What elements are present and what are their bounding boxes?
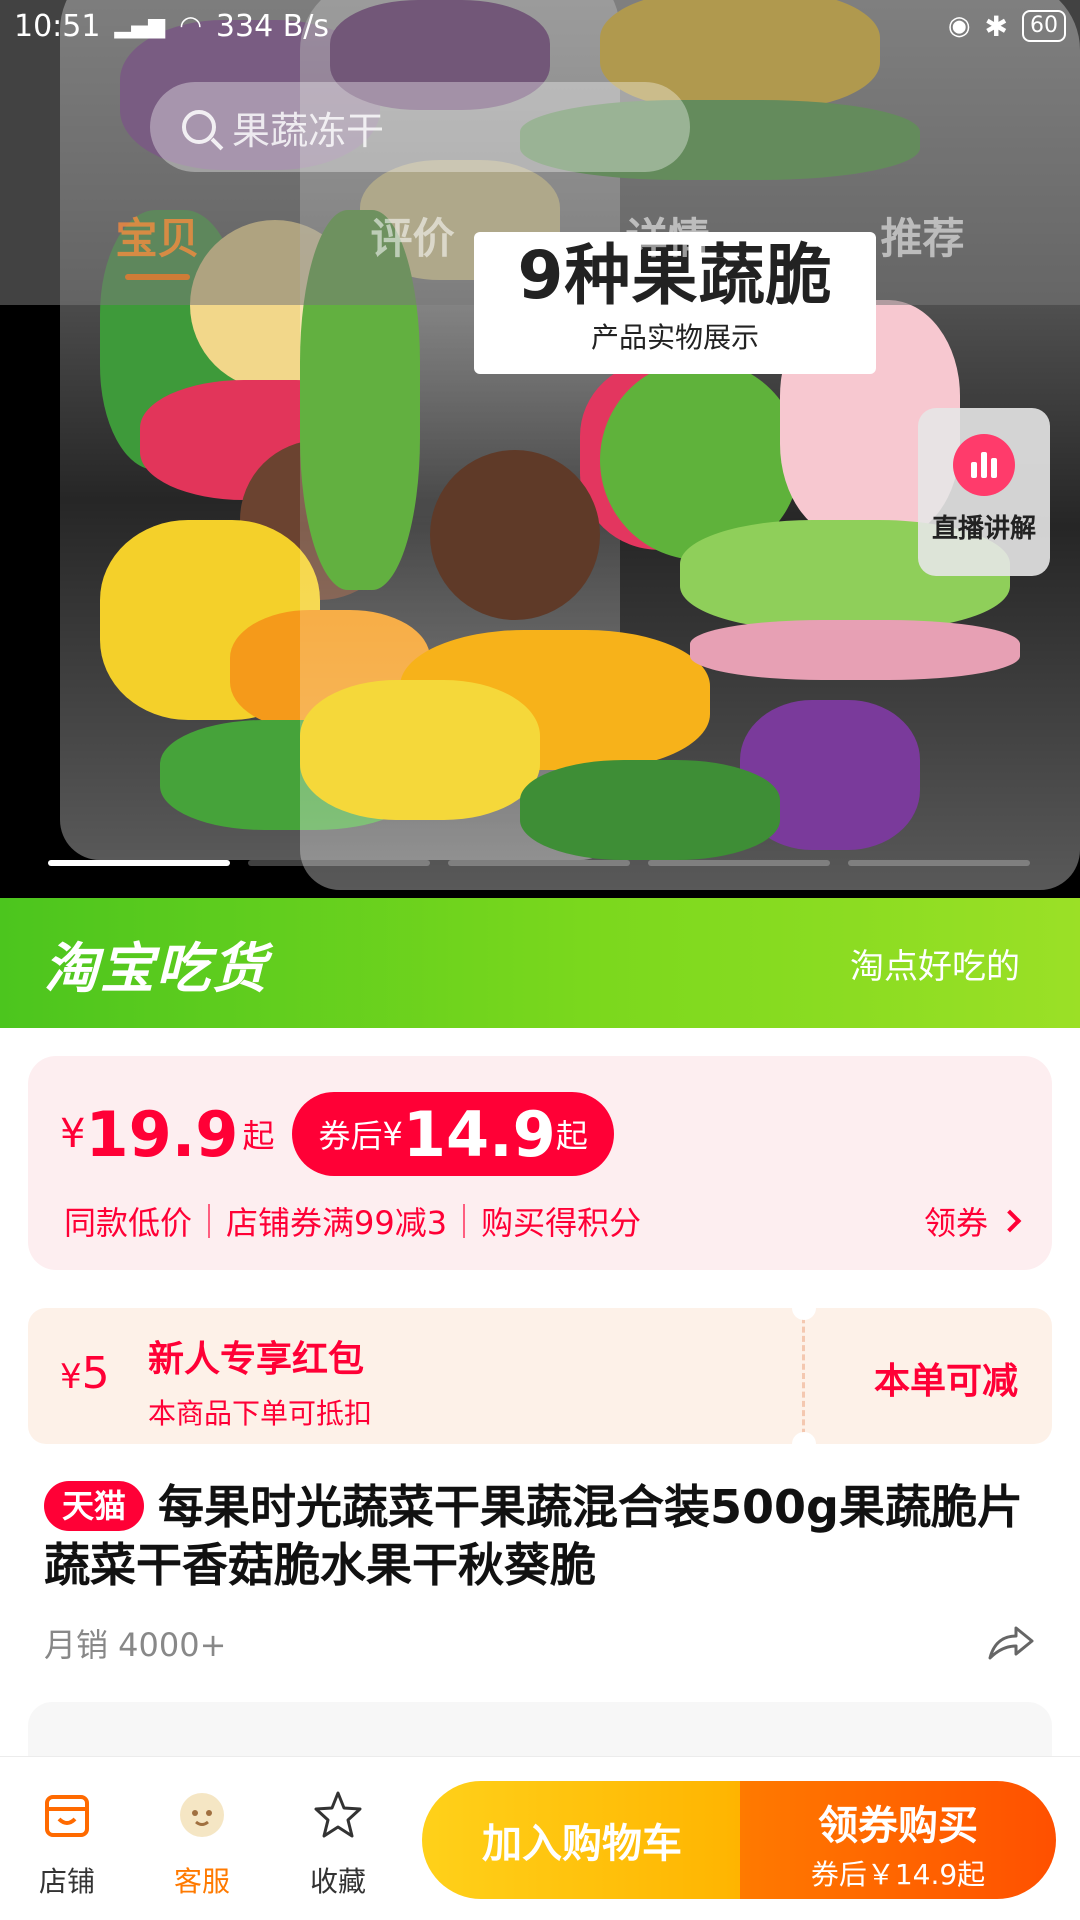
buy-label: 领券购买 <box>818 1803 978 1849</box>
bluetooth-icon: ✱ <box>984 9 1008 43</box>
currency-symbol: ¥ <box>60 1111 86 1157</box>
product-title: 天猫 每果时光蔬菜干果蔬混合装500g果蔬脆片蔬菜干香菇脆水果干秋葵脆 <box>44 1478 1044 1594</box>
carousel-dot <box>48 860 230 866</box>
coupon-currency: ¥ <box>382 1115 403 1153</box>
star-icon <box>314 1791 362 1838</box>
carousel-dot <box>248 860 430 866</box>
favorite-button[interactable]: 收藏 <box>288 1787 388 1900</box>
live-explain-button[interactable]: 直播讲解 <box>918 408 1050 576</box>
packet-amount: ¥5 <box>60 1348 110 1399</box>
bottom-action-bar: 店铺 客服 收藏 加入购物车 领券购买 券后￥14.9起 <box>0 1756 1080 1920</box>
product-detail-page: 9种果蔬脆 产品实物展示 直播讲解 10:51 ▂▄▆ ◠ 334 B/s ◉ … <box>0 0 1080 1920</box>
carousel-dot <box>648 860 830 866</box>
carousel-dot <box>448 860 630 866</box>
coupon-price-pill: 券后 ¥ 14.9 起 <box>292 1092 614 1176</box>
packet-notch <box>792 1432 816 1444</box>
chevron-right-icon <box>998 1209 1022 1233</box>
carousel-indicator <box>48 860 1030 866</box>
packet-currency: ¥ <box>60 1357 82 1397</box>
promo-divider <box>208 1204 211 1238</box>
store-icon <box>45 1795 89 1837</box>
search-icon <box>182 110 216 144</box>
monthly-sales: 月销 4000+ <box>44 1626 227 1664</box>
status-bar: 10:51 ▂▄▆ ◠ 334 B/s ◉ ✱ 60 <box>0 0 1080 52</box>
live-icon <box>953 434 1015 496</box>
signal-icon: ▂▄▆ <box>114 13 166 39</box>
buy-sub-label: 券后￥14.9起 <box>810 1858 986 1891</box>
get-coupon-label: 领券 <box>923 1204 988 1242</box>
tab-reviews[interactable]: 评价 <box>370 205 454 266</box>
status-time: 10:51 <box>14 8 101 44</box>
search-bar[interactable]: 果蔬冻干 <box>150 82 690 172</box>
wifi-icon: ◠ <box>179 11 202 41</box>
hero-label-subtitle: 产品实物展示 <box>590 321 759 354</box>
tmall-badge: 天猫 <box>44 1481 145 1531</box>
coupon-suffix: 起 <box>555 1117 588 1155</box>
promo-row: 同款低价 店铺券满99减3 购买得积分 领券 <box>64 1198 1022 1244</box>
promo-tag: 店铺券满99减3 <box>226 1204 448 1242</box>
packet-notch <box>792 1308 816 1320</box>
coupon-label: 券后 <box>318 1117 383 1155</box>
customer-service-label: 客服 <box>173 1865 230 1898</box>
shop-label: 店铺 <box>38 1865 95 1898</box>
promo-tag: 购买得积分 <box>481 1204 642 1242</box>
add-to-cart-button[interactable]: 加入购物车 <box>422 1781 742 1899</box>
packet-action: 本单可减 <box>873 1361 1018 1402</box>
packet-title: 新人专享红包 <box>148 1339 365 1380</box>
battery-icon: 60 <box>1022 10 1066 42</box>
taobao-foodie-banner[interactable]: 淘宝吃货 淘点好吃的 <box>0 898 1080 1028</box>
promo-divider <box>463 1204 466 1238</box>
buy-with-coupon-button[interactable]: 领券购买 券后￥14.9起 <box>740 1781 1056 1899</box>
network-speed: 334 B/s <box>215 8 330 44</box>
original-price: 19.9 <box>85 1097 239 1171</box>
detail-tabs: 宝贝 评价 详情 推荐 <box>0 205 1080 280</box>
price-suffix: 起 <box>242 1117 275 1155</box>
product-title-text: 每果时光蔬菜干果蔬混合装500g果蔬脆片蔬菜干香菇脆水果干秋葵脆 <box>44 1480 1023 1592</box>
favorite-label: 收藏 <box>309 1865 366 1898</box>
search-placeholder: 果蔬冻干 <box>232 108 385 153</box>
tab-recommend[interactable]: 推荐 <box>880 205 964 266</box>
packet-value: 5 <box>81 1348 110 1399</box>
packet-subtitle: 本商品下单可抵扣 <box>148 1397 373 1430</box>
banner-logo: 淘宝吃货 <box>44 936 268 1000</box>
packet-divider <box>802 1308 805 1444</box>
lock-icon: ◉ <box>947 11 971 41</box>
tab-item[interactable]: 宝贝 <box>115 205 200 280</box>
get-coupon-button[interactable]: 领券 <box>923 1198 1022 1244</box>
coupon-price: 14.9 <box>402 1097 556 1171</box>
tab-details[interactable]: 详情 <box>625 205 709 266</box>
promo-tag: 同款低价 <box>64 1204 193 1242</box>
shop-button[interactable]: 店铺 <box>17 1787 117 1900</box>
customer-service-button[interactable]: 客服 <box>152 1787 252 1900</box>
customer-service-icon <box>180 1793 224 1837</box>
carousel-dot <box>848 860 1030 866</box>
new-user-red-packet[interactable]: ¥5 新人专享红包 本商品下单可抵扣 本单可减 <box>28 1308 1052 1444</box>
price-card: ¥ 19.9 起 券后 ¥ 14.9 起 同款低价 店铺券满99减3 购买得积分… <box>28 1056 1052 1270</box>
banner-slogan: 淘点好吃的 <box>850 946 1020 987</box>
share-icon[interactable] <box>986 1622 1036 1662</box>
live-explain-label: 直播讲解 <box>931 514 1036 544</box>
